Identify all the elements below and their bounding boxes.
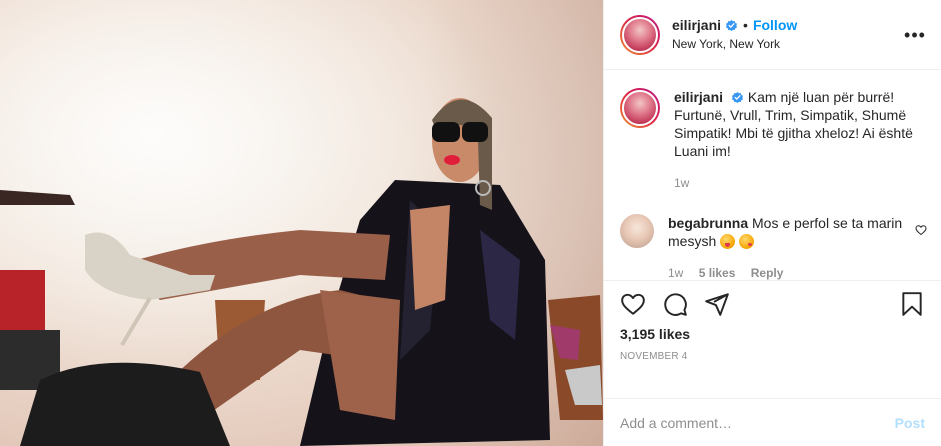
- post-header: eilirjani • Follow New York, New York ••…: [604, 0, 941, 70]
- add-comment-bar: Post: [604, 398, 941, 446]
- sunglasses-right: [462, 122, 488, 142]
- tongue-wink-emoji: [720, 234, 736, 249]
- caption-meta: 1w: [674, 174, 927, 192]
- post-location[interactable]: New York, New York: [672, 36, 903, 53]
- commenter-avatar-image: [620, 214, 654, 248]
- actions-section: 3,195 likes November 4: [604, 280, 941, 398]
- caption-avatar-image: [622, 90, 658, 126]
- comment-input[interactable]: [620, 414, 895, 431]
- likes-count[interactable]: 3,195 likes: [620, 326, 925, 342]
- comment-item: begabrunna Mos e perfol se ta marin mesy…: [620, 214, 927, 280]
- black-armchair: [20, 362, 230, 446]
- commenter-avatar[interactable]: [620, 214, 654, 248]
- follow-button[interactable]: Follow: [753, 17, 797, 34]
- stiletto-heel: [120, 296, 152, 347]
- author-username[interactable]: eilirjani: [672, 17, 721, 34]
- comment-username[interactable]: begabrunna: [668, 215, 748, 231]
- author-row: eilirjani • Follow: [672, 17, 903, 34]
- verified-badge-icon: [726, 19, 738, 31]
- kiss-emoji: [739, 234, 755, 249]
- torso: [410, 205, 450, 310]
- heart-icon[interactable]: [620, 291, 646, 317]
- photo-illustration: [0, 98, 603, 446]
- bookmark-icon[interactable]: [899, 291, 925, 317]
- share-icon[interactable]: [704, 291, 730, 317]
- caption-item: eilirjani Kam një luan për burrë! Furtun…: [620, 88, 927, 192]
- action-icons: [620, 289, 925, 319]
- caption-body: eilirjani Kam një luan për burrë! Furtun…: [674, 88, 927, 192]
- comment-icon[interactable]: [662, 291, 688, 317]
- chair-back-rail: [0, 190, 75, 205]
- post-date[interactable]: November 4: [620, 351, 925, 362]
- header-separator: •: [743, 16, 748, 33]
- post-comment-button[interactable]: Post: [895, 415, 925, 431]
- comment-like-icon[interactable]: [915, 224, 927, 236]
- caption-avatar[interactable]: [620, 88, 660, 128]
- more-options-icon[interactable]: •••: [903, 26, 927, 44]
- instagram-post: eilirjani • Follow New York, New York ••…: [0, 0, 941, 446]
- comment-body: begabrunna Mos e perfol se ta marin mesy…: [668, 214, 927, 280]
- sunglasses-left: [432, 122, 460, 142]
- author-avatar-image: [622, 16, 658, 53]
- comments-section: eilirjani Kam një luan për burrë! Furtun…: [604, 70, 941, 280]
- reply-button[interactable]: Reply: [751, 266, 784, 280]
- post-photo[interactable]: [0, 0, 603, 446]
- post-sidebar: eilirjani • Follow New York, New York ••…: [603, 0, 941, 446]
- caption-time[interactable]: 1w: [674, 176, 689, 190]
- comment-time[interactable]: 1w: [668, 266, 683, 280]
- author-avatar[interactable]: [620, 14, 660, 55]
- comment-meta: 1w 5 likes Reply: [668, 264, 905, 280]
- caption-username[interactable]: eilirjani: [674, 89, 723, 105]
- verified-badge-icon: [731, 92, 743, 104]
- author-info: eilirjani • Follow New York, New York: [672, 17, 903, 53]
- lips: [444, 155, 460, 165]
- comment-likes[interactable]: 5 likes: [699, 266, 736, 280]
